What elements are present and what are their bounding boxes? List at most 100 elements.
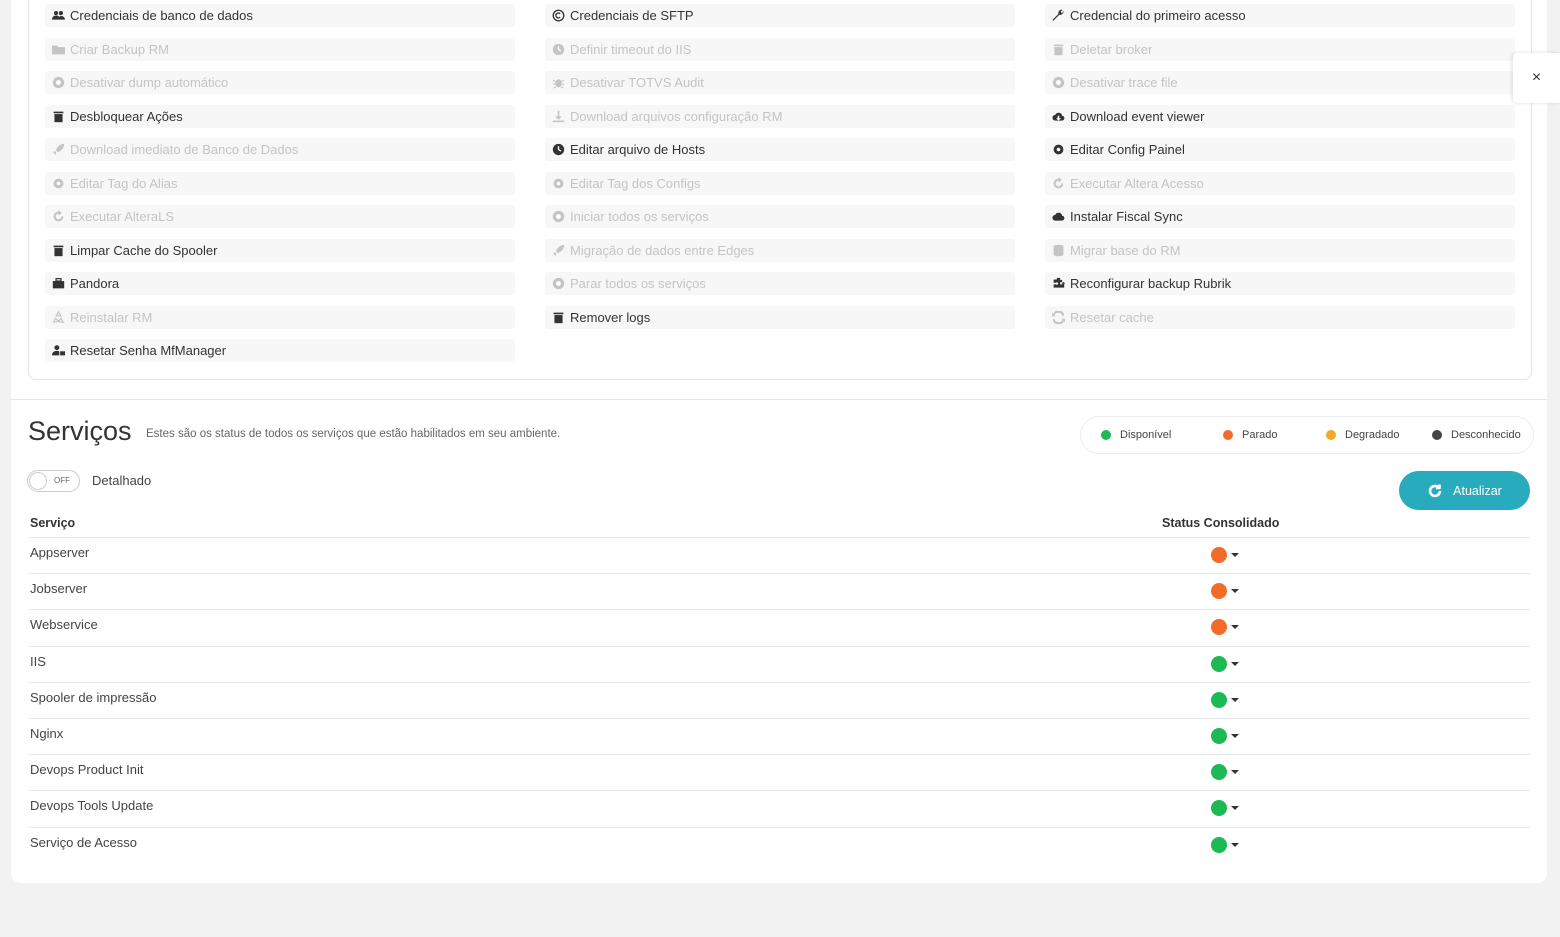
status-dot [1211, 836, 1227, 853]
action-col3-6[interactable]: Instalar Fiscal Sync [1045, 205, 1515, 228]
trash-icon [51, 243, 65, 257]
action-col3-7[interactable]: Migrar base do RM [1045, 238, 1515, 262]
action-col1-7[interactable]: Limpar Cache do Spooler [45, 238, 515, 262]
status-dot [1211, 547, 1227, 563]
service-name: Appserver [30, 545, 90, 560]
action-label: Credenciais de banco de dados [70, 8, 253, 23]
briefcase-icon [51, 277, 65, 291]
legend-label: Degradado [1345, 429, 1400, 441]
legend-dot [1223, 430, 1233, 440]
action-col1-3[interactable]: Desbloquear Ações [45, 104, 515, 128]
action-col2-3[interactable]: Download arquivos configuração RM [545, 104, 1015, 128]
legend-dot [1432, 430, 1442, 440]
action-col2-5[interactable]: Editar Tag dos Configs [545, 171, 1015, 195]
caret-down-icon [1231, 697, 1239, 702]
action-col3-0[interactable]: Credencial do primeiro acesso [1045, 4, 1515, 27]
circle-icon [551, 277, 565, 291]
action-col2-7[interactable]: Migração de dados entre Edges [545, 238, 1015, 262]
status-dropdown[interactable] [1211, 800, 1239, 817]
action-label: Reconfigurar backup Rubrik [1070, 276, 1232, 291]
caret-down-icon [1231, 806, 1239, 811]
refresh-icon [1051, 176, 1065, 190]
legend-item-available: Disponível [1101, 429, 1171, 441]
action-col3-5[interactable]: Executar Altera Acesso [1045, 171, 1515, 195]
trash-icon [51, 109, 65, 123]
column-header-status: Status Consolidado [1162, 516, 1280, 530]
action-col1-8[interactable]: Pandora [45, 272, 515, 295]
status-dot [1211, 691, 1227, 708]
action-col3-3[interactable]: Download event viewer [1045, 104, 1515, 128]
action-label: Pandora [70, 276, 120, 291]
refresh-icon [1428, 484, 1442, 497]
users-icon [51, 9, 65, 23]
table-row: IIS [28, 645, 1530, 683]
status-dot [1211, 800, 1227, 817]
refresh-button[interactable]: Atualizar [1399, 471, 1530, 510]
close-button[interactable]: × [1513, 53, 1560, 103]
status-dropdown[interactable] [1211, 619, 1239, 636]
action-col2-1[interactable]: Definir timeout do IIS [545, 37, 1015, 61]
action-col3-8[interactable]: Reconfigurar backup Rubrik [1045, 272, 1515, 295]
caret-down-icon [1231, 661, 1239, 666]
detailed-toggle[interactable]: OFF [27, 470, 80, 492]
circle-icon [1051, 76, 1065, 90]
refresh-label: Atualizar [1453, 483, 1502, 498]
cloud-icon [1051, 210, 1065, 224]
detailed-toggle-label: Detalhado [92, 473, 152, 488]
action-col3-9[interactable]: Resetar cache [1045, 305, 1515, 329]
status-dropdown[interactable] [1211, 691, 1239, 708]
action-col1-4[interactable]: Download imediato de Banco de Dados [45, 138, 515, 161]
service-name: Jobserver [30, 581, 88, 597]
action-label: Credencial do primeiro acesso [1070, 8, 1246, 23]
status-dropdown[interactable] [1211, 583, 1239, 600]
column-header-service: Serviço [30, 516, 76, 530]
user-lock-icon [51, 344, 65, 358]
status-dropdown[interactable] [1211, 728, 1239, 744]
action-col2-4[interactable]: Editar arquivo de Hosts [545, 138, 1015, 161]
caret-down-icon [1231, 770, 1239, 775]
caret-down-icon [1231, 589, 1239, 594]
action-col3-2[interactable]: Desativar trace file [1045, 71, 1515, 94]
legend-item-degraded: Degradado [1326, 429, 1399, 441]
gear-icon [551, 176, 565, 190]
action-col2-6[interactable]: Iniciar todos os serviços [545, 205, 1015, 228]
action-label: Reinstalar RM [70, 309, 153, 325]
status-dropdown[interactable] [1211, 547, 1239, 563]
table-row: Jobserver [28, 573, 1530, 610]
gear-icon [51, 176, 65, 190]
action-col1-6[interactable]: Executar AlteraLS [45, 205, 515, 228]
action-label: Editar Tag do Alias [70, 175, 178, 191]
rocket-icon [51, 143, 65, 157]
action-col1-9[interactable]: Reinstalar RM [45, 305, 515, 329]
action-col1-1[interactable]: Criar Backup RM [45, 37, 515, 61]
action-col1-2[interactable]: Desativar dump automático [45, 71, 515, 94]
action-col2-9[interactable]: Remover logs [545, 305, 1015, 329]
service-name: Nginx [30, 726, 64, 741]
action-col3-1[interactable]: Deletar broker [1045, 37, 1515, 61]
sync-icon [1051, 310, 1065, 324]
action-label: Resetar cache [1070, 309, 1154, 325]
action-col2-8[interactable]: Parar todos os serviços [545, 272, 1015, 295]
action-col2-0[interactable]: Credenciais de SFTP [545, 4, 1015, 27]
trash-icon [1051, 42, 1065, 56]
action-col1-10[interactable]: Resetar Senha MfManager [45, 339, 515, 362]
circle-icon [51, 76, 65, 90]
status-dropdown[interactable] [1211, 764, 1239, 781]
legend-label: Disponível [1120, 429, 1172, 441]
action-col2-2[interactable]: Desativar TOTVS Audit [545, 71, 1015, 94]
service-name: Devops Tools Update [30, 798, 154, 814]
table-row: Serviço de Acesso [28, 826, 1530, 864]
services-subtitle: Estes são os status de todos os serviços… [146, 428, 561, 440]
service-name: Serviço de Acesso [30, 834, 137, 850]
action-label: Resetar Senha MfManager [70, 343, 227, 358]
action-col1-5[interactable]: Editar Tag do Alias [45, 171, 515, 195]
caret-down-icon [1231, 553, 1239, 557]
database-icon [1051, 243, 1065, 257]
service-name: Spooler de impressão [30, 689, 157, 705]
status-dropdown[interactable] [1211, 836, 1239, 853]
action-col3-4[interactable]: Editar Config Painel [1045, 138, 1515, 161]
action-label: Editar Config Painel [1070, 142, 1185, 157]
status-dropdown[interactable] [1211, 655, 1239, 672]
action-col1-0[interactable]: Credenciais de banco de dados [45, 4, 515, 27]
table-row: Spooler de impressão [28, 681, 1530, 719]
